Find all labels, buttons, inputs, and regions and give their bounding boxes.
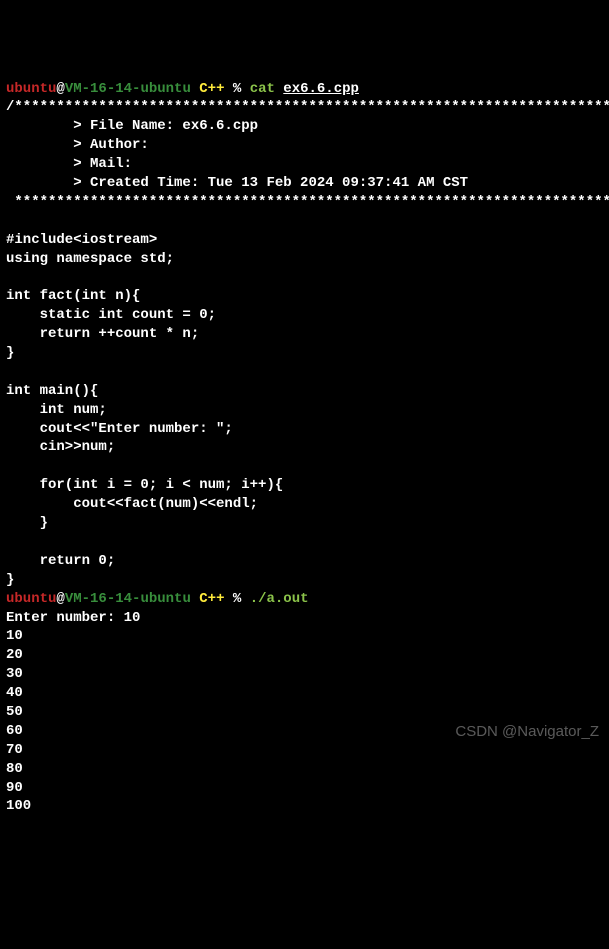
prompt-host: VM-16-14-ubuntu bbox=[65, 591, 191, 607]
source-line: return ++count * n; bbox=[6, 326, 199, 342]
prompt-at: @ bbox=[56, 591, 64, 607]
prompt-host: VM-16-14-ubuntu bbox=[65, 81, 191, 97]
source-line: int fact(int n){ bbox=[6, 288, 140, 304]
source-line: > File Name: ex6.6.cpp bbox=[6, 118, 258, 134]
prompt-line-1: ubuntu@VM-16-14-ubuntu C++ % cat ex6.6.c… bbox=[6, 81, 359, 97]
command-run: ./a.out bbox=[250, 591, 309, 607]
prompt-at: @ bbox=[56, 81, 64, 97]
source-line: return 0; bbox=[6, 553, 115, 569]
prompt-dir: C++ bbox=[191, 81, 233, 97]
source-line: cout<<fact(num)<<endl; bbox=[6, 496, 258, 512]
source-line: cout<<"Enter number: "; bbox=[6, 421, 233, 437]
source-line: #include<iostream> bbox=[6, 232, 157, 248]
prompt-dir: C++ bbox=[191, 591, 233, 607]
command-cat: cat bbox=[250, 81, 284, 97]
prompt-percent: % bbox=[233, 81, 250, 97]
prompt-percent: % bbox=[233, 591, 250, 607]
source-line: ****************************************… bbox=[6, 194, 609, 210]
source-line: cin>>num; bbox=[6, 439, 115, 455]
prompt-user: ubuntu bbox=[6, 591, 56, 607]
output-line: 100 bbox=[6, 798, 31, 814]
source-line: static int count = 0; bbox=[6, 307, 216, 323]
output-line: 10 bbox=[6, 628, 23, 644]
terminal-output[interactable]: ubuntu@VM-16-14-ubuntu C++ % cat ex6.6.c… bbox=[6, 80, 603, 817]
output-line: 60 bbox=[6, 723, 23, 739]
source-line: int main(){ bbox=[6, 383, 98, 399]
watermark-text: CSDN @Navigator_Z bbox=[455, 722, 599, 742]
output-line: 90 bbox=[6, 780, 23, 796]
source-line: /***************************************… bbox=[6, 99, 609, 115]
source-line: > Mail: bbox=[6, 156, 132, 172]
source-line: } bbox=[6, 572, 14, 588]
source-line: int num; bbox=[6, 402, 107, 418]
prompt-user: ubuntu bbox=[6, 81, 56, 97]
source-line: > Author: bbox=[6, 137, 149, 153]
source-line: for(int i = 0; i < num; i++){ bbox=[6, 477, 283, 493]
output-line: 80 bbox=[6, 761, 23, 777]
prompt-line-2: ubuntu@VM-16-14-ubuntu C++ % ./a.out bbox=[6, 591, 309, 607]
output-line: 50 bbox=[6, 704, 23, 720]
program-prompt: Enter number: 10 bbox=[6, 610, 140, 626]
output-line: 30 bbox=[6, 666, 23, 682]
filename-arg: ex6.6.cpp bbox=[283, 81, 359, 97]
output-line: 20 bbox=[6, 647, 23, 663]
source-line: } bbox=[6, 345, 14, 361]
output-line: 40 bbox=[6, 685, 23, 701]
source-line: } bbox=[6, 515, 48, 531]
source-line: > Created Time: Tue 13 Feb 2024 09:37:41… bbox=[6, 175, 468, 191]
source-line: using namespace std; bbox=[6, 251, 174, 267]
